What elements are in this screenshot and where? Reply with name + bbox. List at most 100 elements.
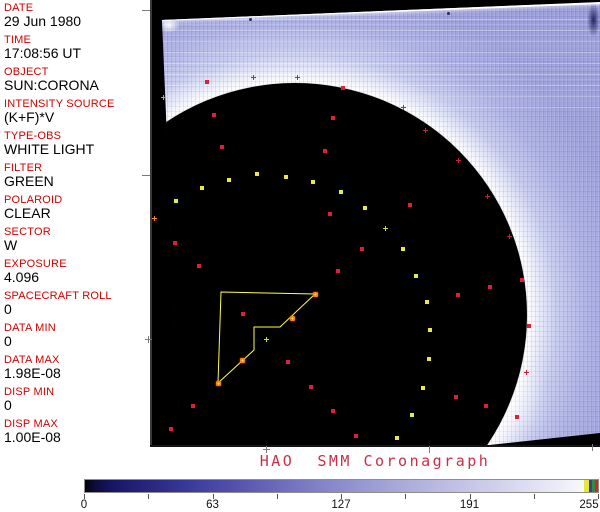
colorbar [84,479,599,493]
image-caption: HAO SMM Coronagraph [259,452,491,470]
colorbar-area: 0 63 127 191 255 [0,478,600,512]
metadata-field-label: SECTOR [4,226,51,238]
metadata-field-value: 1.98E-08 [4,365,61,381]
metadata-field-value: CLEAR [4,205,51,221]
red-fiducial-marker [527,324,531,328]
axis-tick-plus [263,446,270,453]
yellow-fiducial-marker [363,206,367,210]
yellow-fiducial-marker [395,436,399,440]
axis-tick-vdash [429,446,430,453]
colorbar-tick-label: 63 [206,499,219,511]
yellow-fiducial-marker [428,328,432,332]
red-fiducial-marker [454,395,458,399]
red-fiducial-marker [212,113,216,117]
yellow-fiducial-marker [410,413,414,417]
red-fiducial-marker [354,434,358,438]
metadata-field-value: W [4,237,18,253]
red-fiducial-marker [484,404,488,408]
metadata-field-value: 0 [4,397,12,413]
yellow-fiducial-marker [227,178,231,182]
colorbar-end-stripe [591,480,595,492]
red-fiducial-marker [520,278,524,282]
roi-vertex-marker [240,358,245,363]
red-fiducial-marker [331,116,335,120]
red-fiducial-marker [173,241,177,245]
metadata-field-label: SPACECRAFT ROLL [4,290,112,302]
metadata-field-value: 0 [4,333,12,349]
red-cross-marker [401,105,406,110]
axis-tick-hdash [142,175,150,176]
red-fiducial-marker [360,247,364,251]
metadata-field-value: 29 Jun 1980 [4,13,82,29]
red-cross-marker [456,158,461,163]
coronagraph-image[interactable] [150,0,600,447]
yellow-fiducial-marker [311,180,315,184]
red-fiducial-marker [205,80,209,84]
colorbar-tick-label: 255 [579,499,599,511]
yellow-fiducial-marker [284,175,288,179]
red-fiducial-marker [456,293,460,297]
metadata-field-label: DISP MIN [4,386,55,398]
roi-vertex-marker [313,292,318,297]
yellow-cross-marker [264,337,269,342]
red-fiducial-marker [331,409,335,413]
colorbar-tick [276,494,278,499]
red-cross-marker [251,75,256,80]
red-fiducial-marker [488,285,492,289]
metadata-field-value: WHITE LIGHT [4,141,95,157]
red-fiducial-marker [328,212,332,216]
red-fiducial-marker [220,145,224,149]
red-cross-marker [524,370,529,375]
metadata-field-value: 1.00E-08 [4,429,61,445]
red-fiducial-marker [169,427,173,431]
roi-vertex-marker [216,381,221,386]
metadata-panel: DATE 29 Jun 1980 TIME 17:08:56 UT OBJECT SUN:… [0,0,150,447]
image-frame-left [150,0,152,447]
metadata-field-value: 0 [4,301,12,317]
colorbar-tick-label: 191 [459,499,480,511]
red-cross-marker [485,194,490,199]
yellow-fiducial-marker [401,247,405,251]
yellow-fiducial-marker [425,300,429,304]
colorbar-end-stripe [584,480,589,492]
yellow-fiducial-marker [427,357,431,361]
image-frame-bottom [150,445,600,447]
colorbar-end-stripe [594,480,598,492]
yellow-fiducial-marker [255,172,259,176]
red-fiducial-marker [191,404,195,408]
axis-tick-plus [145,336,152,343]
axis-tick-vdash [592,444,593,451]
yellow-fiducial-marker [200,186,204,190]
red-fiducial-marker [241,312,245,316]
red-fiducial-marker [323,149,327,153]
orange-cross-marker [152,216,157,221]
metadata-field-label: DATA MIN [4,322,56,334]
metadata-field-value: 17:08:56 UT [4,45,82,61]
colorbar-tick-label: 127 [331,499,351,511]
colorbar-tick [148,494,150,499]
colorbar-tick [533,494,535,499]
red-fiducial-marker [197,264,201,268]
metadata-field-value: SUN:CORONA [4,77,99,93]
fiducial-marker-layer [150,0,600,447]
red-cross-marker [295,75,300,80]
metadata-field-value: GREEN [4,173,54,189]
metadata-field-value: 4.096 [4,269,40,285]
yellow-fiducial-marker [421,386,425,390]
red-cross-marker [507,234,512,239]
yellow-fiducial-marker [339,190,343,194]
yellow-fiducial-marker [174,199,178,203]
red-cross-marker [423,128,428,133]
red-fiducial-marker [515,415,519,419]
orange-cross-marker [161,95,166,100]
roi-vertex-marker [290,316,295,321]
yellow-cross-marker [383,226,388,231]
colorbar-tick [405,494,407,499]
metadata-field-value: (K+F)*V [4,109,55,125]
red-fiducial-marker [341,86,345,90]
axis-tick-hdash [142,10,150,11]
yellow-fiducial-marker [414,274,418,278]
colorbar-end-stripe [588,480,592,492]
red-fiducial-marker [309,385,313,389]
red-fiducial-marker [286,360,290,364]
